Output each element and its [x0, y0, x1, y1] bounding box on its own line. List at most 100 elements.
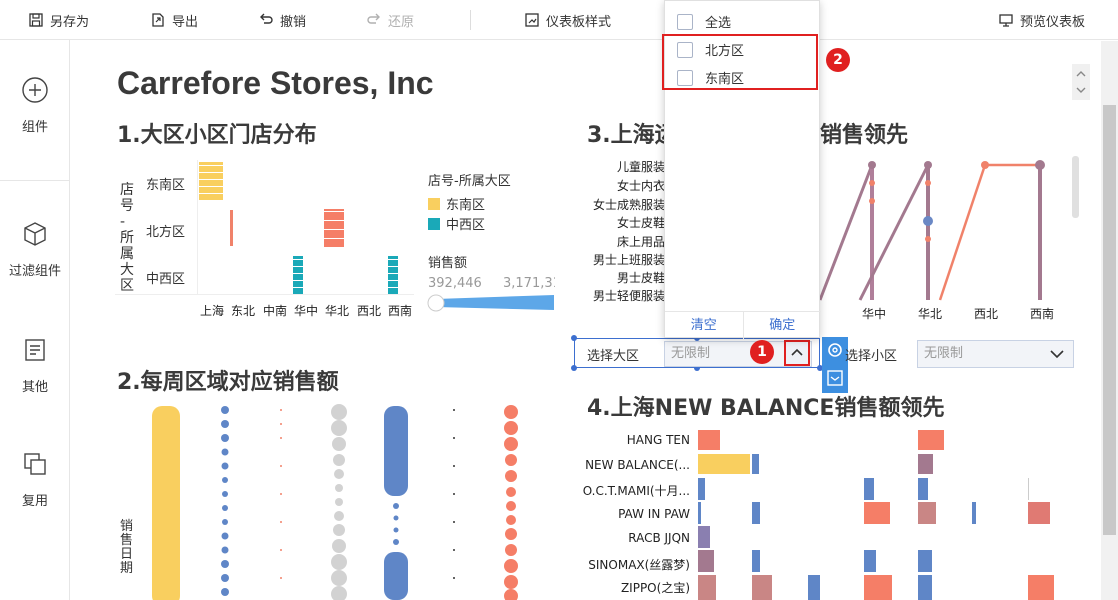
sidebar-item-components[interactable]: 组件 [0, 76, 70, 135]
chart4-row-label: ZIPPO(之宝) [620, 581, 690, 595]
export-icon [152, 13, 164, 27]
dashboard-style-button[interactable]: 仪表板样式 [524, 0, 611, 40]
chart2-series-gray [331, 404, 347, 600]
chart2-series-red-small [280, 409, 282, 579]
chevron-down-icon[interactable] [1048, 346, 1066, 362]
undo-icon [260, 13, 273, 24]
chart4-bar [918, 478, 928, 500]
chart4-bar [918, 454, 933, 474]
collapse-icon[interactable] [826, 369, 844, 387]
chart3-line [820, 164, 874, 301]
chart3-y-label: 男士上班服装 [592, 253, 665, 267]
undo-label: 撤销 [280, 14, 307, 30]
export-label: 导出 [172, 14, 199, 30]
size-legend-max: 3,171,31 [503, 276, 555, 291]
chart4-bar [752, 502, 760, 524]
section2-title: 2.每周区域对应销售额 [117, 370, 339, 395]
chart4-row-label: SINOMAX(丝露梦) [588, 558, 690, 572]
chart3-point [925, 236, 931, 242]
dropdown-footer: 清空 确定 [665, 311, 821, 339]
option-select-all[interactable]: 全选 [677, 12, 731, 31]
chart4-bar [752, 454, 759, 474]
chart4-bar [698, 454, 750, 474]
size-legend-title: 销售额 [428, 256, 468, 271]
chart1-legend-item[interactable]: 中西区 [428, 214, 485, 233]
chart3-y-label: 儿童服装 [616, 160, 665, 174]
chart1-legend-title: 店号-所属大区 [428, 174, 511, 189]
redo-label: 还原 [388, 14, 415, 30]
chart1-cell-northeast-north [230, 210, 233, 246]
chart2-series-blue-large [384, 406, 408, 600]
undo-button[interactable]: 撤销 [258, 0, 306, 40]
preview-dashboard-label: 预览仪表板 [1020, 14, 1086, 30]
sidebar-item-filter-components[interactable]: 过滤组件 [0, 220, 70, 279]
sidebar-divider [0, 180, 70, 181]
canvas-scroll-arrows[interactable] [1072, 64, 1090, 100]
chart3-x-label: 华北 [918, 307, 943, 321]
page-scrollbar-thumb[interactable] [1103, 105, 1116, 535]
chart1-x-label: 东北 [231, 304, 256, 318]
chart1-cell-shanghai-southeast [199, 162, 223, 200]
chart4-bar [808, 575, 820, 600]
chart3-y-label: 女士成熟服装 [592, 198, 665, 212]
axis-char: 销 [120, 519, 134, 534]
plus-circle-icon [22, 77, 48, 103]
chart1-cell-xinan-midwest [388, 256, 398, 294]
step-badge-1: 1 [750, 340, 774, 364]
region-dropdown-toggle[interactable] [784, 340, 810, 366]
monitor-icon [999, 14, 1013, 27]
chart3-y-label: 男士皮鞋 [616, 271, 665, 285]
scroll-arrows-icon [1076, 71, 1086, 93]
checkbox[interactable] [677, 13, 693, 30]
redo-button[interactable]: 还原 [366, 0, 414, 40]
chart3-line-chart [820, 160, 1045, 301]
page-scrollbar[interactable] [1101, 41, 1118, 600]
chart2-series-black-small [453, 409, 455, 579]
chart1-x-label: 上海 [200, 304, 225, 318]
chart2-series-yellow [152, 406, 180, 600]
chart1-cell-huazhong-midwest [293, 256, 303, 294]
chart4-bar [698, 502, 701, 524]
chart1-x-label: 华中 [294, 304, 319, 318]
document-icon [25, 339, 45, 361]
chart4-bar [918, 430, 944, 450]
section3-title-right: 销售领先 [820, 123, 909, 148]
cube-icon [24, 222, 46, 246]
gear-icon[interactable] [826, 341, 844, 359]
sidebar-item-label: 组件 [21, 120, 48, 135]
step-badge-2: 2 [826, 48, 850, 72]
chart3-point [923, 216, 933, 226]
export-button[interactable]: 导出 [150, 0, 198, 40]
resize-handle[interactable] [571, 335, 577, 341]
subregion-filter-label: 选择小区 [845, 349, 898, 364]
clear-button[interactable]: 清空 [665, 312, 744, 339]
chart3-point [924, 161, 932, 169]
chart1-x-label: 中南 [263, 304, 288, 318]
legend-label: 中西区 [446, 218, 486, 233]
section1-title: 1.大区小区门店分布 [117, 123, 317, 148]
sidebar-item-label: 复用 [21, 494, 48, 509]
dashboard-style-icon [525, 13, 539, 27]
sidebar-item-other[interactable]: 其他 [0, 336, 70, 395]
chart3-line [938, 164, 987, 301]
chart4-bar [1028, 502, 1050, 524]
sidebar-item-label: 过滤组件 [8, 264, 61, 279]
left-sidebar: 组件 过滤组件 其他 复用 [0, 40, 70, 600]
chart4-row-label: NEW BALANCE(... [585, 458, 690, 472]
sidebar-item-reuse[interactable]: 复用 [0, 450, 70, 509]
size-legend-slider[interactable] [426, 292, 556, 314]
toolbar: 另存为 导出 撤销 还原 仪表板样式 预览仪表板 [0, 0, 1118, 40]
chart2-series-red [504, 405, 518, 600]
chart3-scrollbar[interactable] [1072, 156, 1079, 218]
confirm-button[interactable]: 确定 [744, 312, 822, 339]
preview-dashboard-button[interactable]: 预览仪表板 [998, 0, 1085, 40]
chart4-bar-chart [698, 430, 1054, 600]
resize-handle[interactable] [571, 365, 577, 371]
chart1-cell-huabei-north [324, 209, 344, 247]
sidebar-item-label: 其他 [21, 380, 48, 395]
chart1-legend-item[interactable]: 东南区 [428, 194, 485, 213]
chart3-point [869, 180, 875, 186]
save-as-button[interactable]: 另存为 [28, 0, 89, 40]
chart4-bar [698, 550, 714, 572]
chart4-bar [918, 575, 932, 600]
